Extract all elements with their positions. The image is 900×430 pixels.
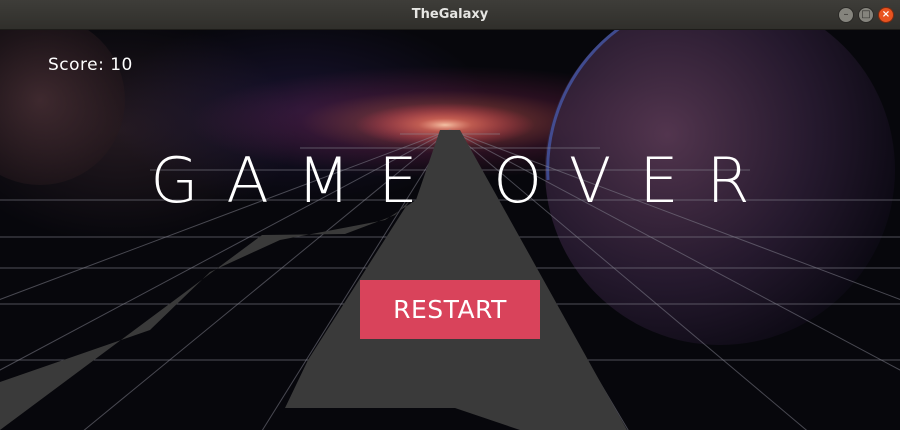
close-icon[interactable]: ×	[878, 7, 894, 23]
restart-button[interactable]: RESTART	[360, 280, 540, 339]
game-scene[interactable]: Score: 10 GAME OVER RESTART	[0, 30, 900, 430]
game-scene-graphics	[0, 30, 900, 430]
score-label: Score: 10	[48, 55, 133, 75]
title-bar[interactable]: TheGalaxy – □ ×	[0, 0, 900, 30]
game-window: TheGalaxy – □ × Score: 10 GAME OVER REST…	[0, 0, 900, 430]
maximize-icon[interactable]: □	[858, 7, 874, 23]
game-over-heading: GAME OVER	[150, 144, 778, 217]
minimize-icon[interactable]: –	[838, 7, 854, 23]
window-title: TheGalaxy	[411, 7, 489, 22]
